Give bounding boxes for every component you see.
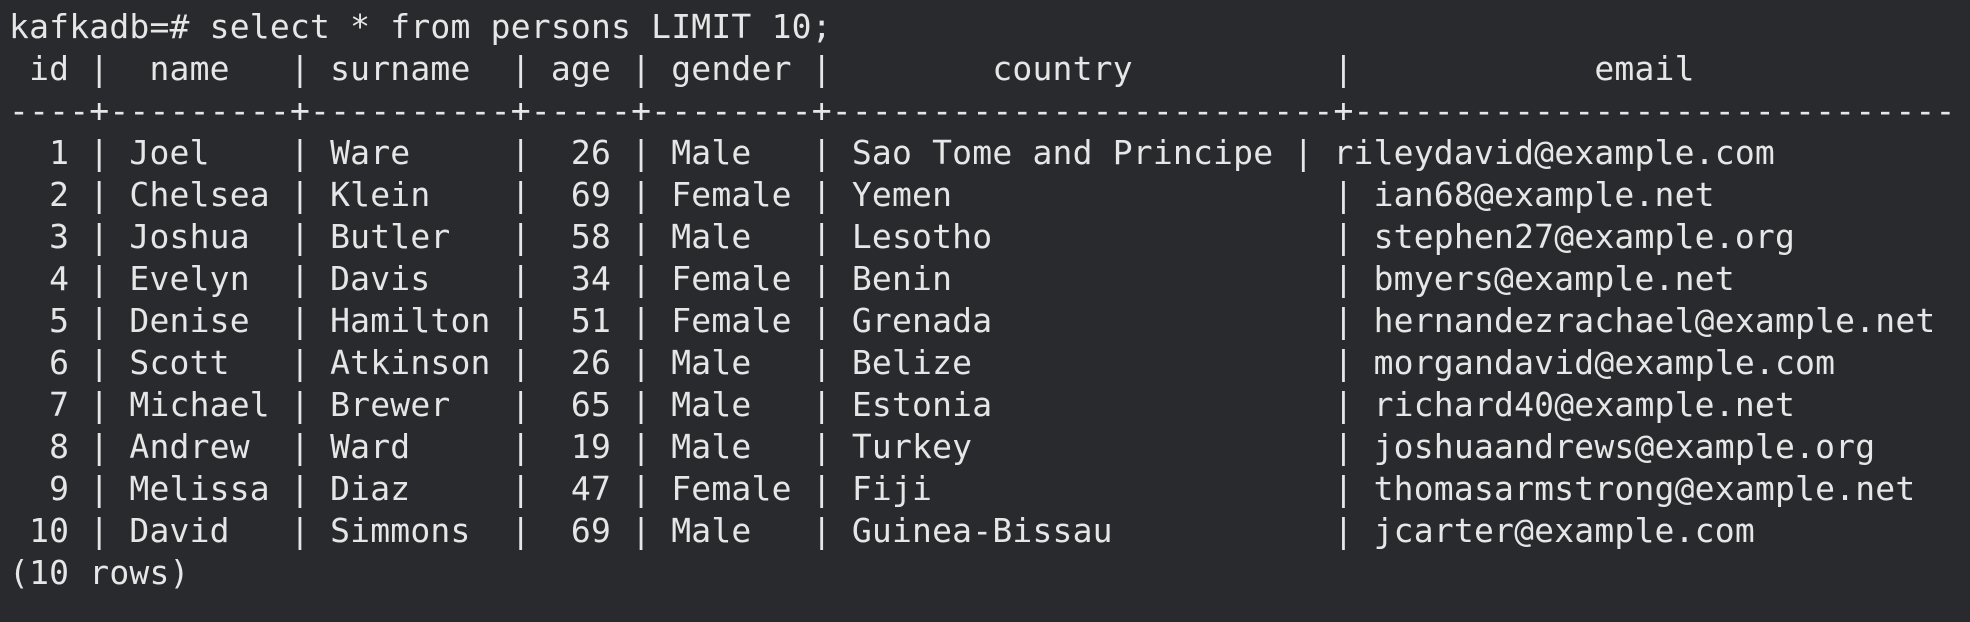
- command-line: kafkadb=# select * from persons LIMIT 10…: [9, 6, 1956, 48]
- table-row: 8 | Andrew | Ward | 19 | Male | Turkey |…: [9, 427, 1876, 466]
- terminal-output: kafkadb=# select * from persons LIMIT 10…: [9, 6, 1956, 594]
- prompt: kafkadb=#: [9, 7, 190, 46]
- table-row: 10 | David | Simmons | 69 | Male | Guine…: [9, 511, 1755, 550]
- table-separator: ----+---------+----------+-----+--------…: [9, 91, 1956, 130]
- table-header: id | name | surname | age | gender | cou…: [9, 49, 1695, 88]
- row-count-footer: (10 rows): [9, 553, 190, 592]
- table-row: 2 | Chelsea | Klein | 69 | Female | Yeme…: [9, 175, 1715, 214]
- table-row: 7 | Michael | Brewer | 65 | Male | Eston…: [9, 385, 1796, 424]
- table-row: 9 | Melissa | Diaz | 47 | Female | Fiji …: [9, 469, 1916, 508]
- table-row: 6 | Scott | Atkinson | 26 | Male | Beliz…: [9, 343, 1836, 382]
- command-text: select * from persons LIMIT 10;: [189, 7, 832, 46]
- table-row: 3 | Joshua | Butler | 58 | Male | Lesoth…: [9, 217, 1796, 256]
- terminal-window[interactable]: kafkadb=# select * from persons LIMIT 10…: [9, 0, 1970, 622]
- table-row: 5 | Denise | Hamilton | 51 | Female | Gr…: [9, 301, 1936, 340]
- table-row: 1 | Joel | Ware | 26 | Male | Sao Tome a…: [9, 133, 1775, 172]
- table-row: 4 | Evelyn | Davis | 34 | Female | Benin…: [9, 259, 1735, 298]
